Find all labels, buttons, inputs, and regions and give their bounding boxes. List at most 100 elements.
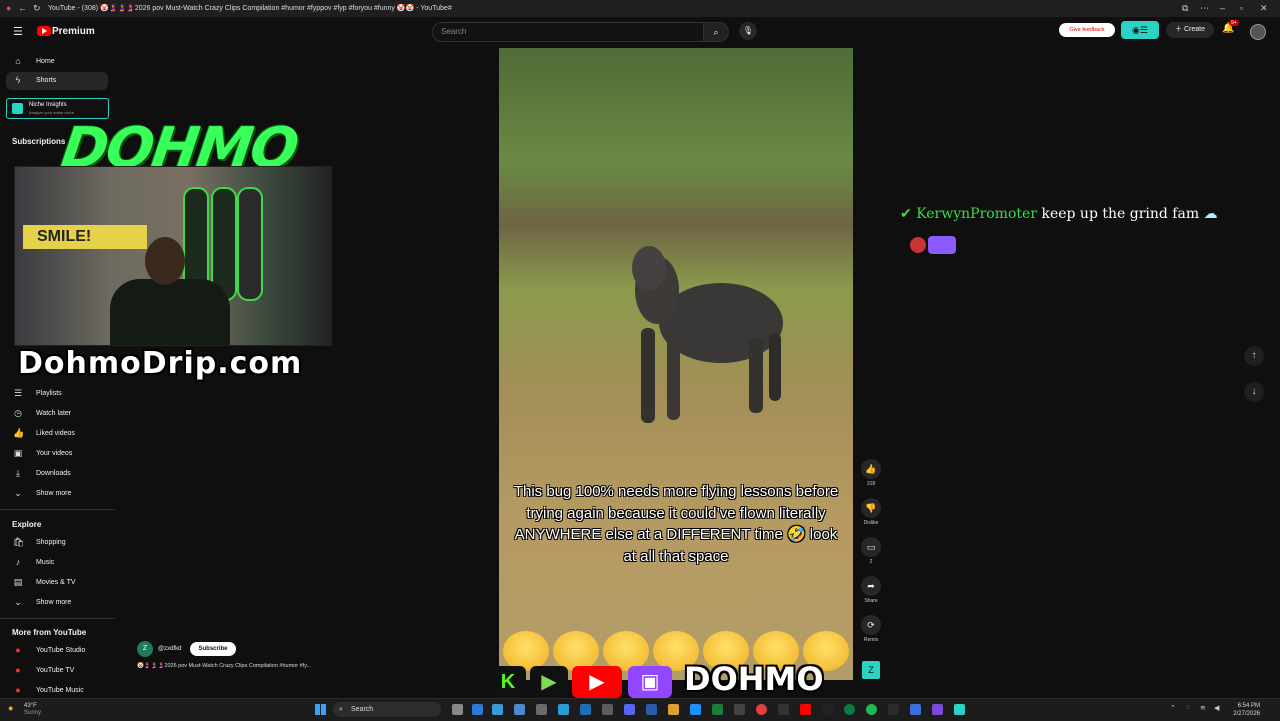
folder-icon[interactable] — [668, 704, 679, 715]
dog-figure — [632, 246, 783, 423]
wifi-icon[interactable]: ≋ — [1200, 704, 1206, 712]
video-title[interactable]: 🤡🤰🤰🤰2026 pov Must-Watch Crazy Clips Comp… — [137, 663, 311, 669]
sidebar-item-downloads[interactable]: ⤓ Downloads — [0, 465, 115, 483]
app-icon[interactable] — [536, 704, 547, 715]
app-icon[interactable] — [954, 704, 965, 715]
subscriptions-header[interactable]: Subscriptions — [12, 137, 65, 146]
app-icon: ● — [6, 3, 12, 13]
smile-sign: SMILE! — [23, 225, 147, 249]
taskbar-search[interactable]: ⌕ Search — [333, 702, 441, 717]
volume-icon[interactable]: ◀ — [1214, 704, 1219, 712]
remix-button[interactable]: ⟳ Remix — [859, 615, 883, 643]
divider — [0, 618, 115, 619]
sidebar-item-movies-tv[interactable]: ▤ Movies & TV — [0, 574, 115, 592]
sidebar-item-your-videos[interactable]: ▣ Your videos — [0, 445, 115, 463]
excel-icon[interactable] — [712, 704, 723, 715]
spotify-icon[interactable] — [866, 704, 877, 715]
app-icon[interactable] — [888, 704, 899, 715]
youtube-app-icon[interactable] — [800, 704, 811, 715]
chat-message: ✔ KerwynPromoter keep up the grind fam ☁ — [900, 206, 1218, 222]
logo-text[interactable]: Premium — [52, 26, 95, 37]
system-clock[interactable]: 6:54 PM 2/27/2026 — [1228, 702, 1260, 718]
sidebar-item-youtube-studio[interactable]: ● YouTube Studio — [0, 642, 115, 660]
good-vibes-emote-icon — [910, 236, 956, 254]
sidebar-item-label: Downloads — [36, 470, 71, 477]
divider — [0, 509, 115, 510]
network-icon[interactable]: ◌ — [1186, 704, 1190, 711]
menu-icon[interactable]: ☰ — [13, 25, 23, 38]
sidebar-item-label: YouTube TV — [36, 667, 75, 674]
more-icon[interactable]: ⋯ — [1200, 3, 1209, 14]
file-explorer-icon[interactable] — [452, 704, 463, 715]
account-avatar[interactable] — [1250, 24, 1266, 40]
next-short-button[interactable]: ↓ — [1244, 382, 1264, 402]
app-icon[interactable] — [778, 704, 789, 715]
channel-avatar[interactable]: Z — [137, 641, 153, 657]
sidebar-item-label: Movies & TV — [36, 579, 76, 586]
maximize-icon[interactable]: ▫ — [1240, 3, 1243, 13]
sidebar-item-label: YouTube Studio — [36, 647, 86, 654]
app-icon[interactable] — [844, 704, 855, 715]
music-icon: ♪ — [15, 557, 21, 567]
explore-header: Explore — [12, 520, 42, 529]
app-icon[interactable] — [580, 704, 591, 715]
niche-insights-button[interactable]: ◉☰ — [1121, 21, 1159, 39]
subscribe-button[interactable]: Subscribe — [190, 642, 236, 656]
app-icon[interactable] — [558, 704, 569, 715]
app-icon[interactable] — [932, 704, 943, 715]
chrome-icon[interactable] — [756, 704, 767, 715]
sidebar-item-playlists[interactable]: ☰ Playlists — [0, 385, 115, 403]
comments-button[interactable]: ▭ 2 — [859, 537, 883, 565]
app-icon[interactable] — [910, 704, 921, 715]
sidebar-item-show-more[interactable]: ⌄ Show more — [0, 485, 115, 503]
channel-badge[interactable]: Z — [862, 661, 880, 679]
sidebar-item-label: Home — [36, 58, 55, 65]
extensions-icon[interactable]: ⧉ — [1182, 3, 1188, 14]
edge-icon[interactable] — [472, 704, 483, 715]
discord-icon[interactable] — [624, 704, 635, 715]
comment-count: 2 — [869, 559, 873, 565]
reload-icon[interactable]: ↻ — [33, 3, 41, 14]
app-icon[interactable] — [602, 704, 613, 715]
mic-button[interactable]: 🎙 — [739, 22, 757, 40]
sidebar-item-watch-later[interactable]: ◷ Watch later — [0, 405, 115, 423]
sidebar-item-music[interactable]: ♪ Music — [0, 554, 115, 572]
microphone-icon: 🎙 — [742, 26, 754, 35]
give-feedback-button[interactable]: Give feedback — [1059, 23, 1115, 37]
app-icon[interactable] — [734, 704, 745, 715]
dislike-label: Dislike — [863, 520, 879, 526]
windows-start-icon[interactable] — [315, 704, 326, 715]
shorts-video-player[interactable]: This bug 100% needs more flying lessons … — [499, 48, 853, 680]
youtube-tv-icon: ● — [15, 665, 21, 675]
app-icon[interactable] — [690, 704, 701, 715]
share-button[interactable]: ➦ Share — [859, 576, 883, 604]
search-input[interactable]: Search — [432, 22, 704, 42]
sidebar-item-show-more-explore[interactable]: ⌄ Show more — [0, 594, 115, 612]
previous-short-button[interactable]: ↑ — [1244, 346, 1264, 366]
dislike-button[interactable]: 👎 Dislike — [859, 498, 883, 526]
clock-icon: ◷ — [14, 408, 22, 418]
remix-label: Remix — [863, 637, 879, 643]
app-icon[interactable] — [514, 704, 525, 715]
store-icon[interactable] — [492, 704, 503, 715]
sidebar-item-liked-videos[interactable]: 👍 Liked videos — [0, 425, 115, 443]
sidebar-item-youtube-tv[interactable]: ● YouTube TV — [0, 662, 115, 680]
channel-handle[interactable]: @zxdfkd — [158, 646, 181, 652]
notifications-badge: 9+ — [1229, 20, 1239, 26]
remix-icon: ⟳ — [861, 615, 881, 635]
youtube-logo-icon[interactable] — [37, 26, 51, 36]
sidebar-item-shorts[interactable]: ϟ Shorts — [6, 72, 108, 90]
x-icon[interactable] — [822, 704, 833, 715]
create-button[interactable]: ＋ Create — [1166, 22, 1214, 38]
minimize-icon[interactable]: – — [1220, 3, 1225, 13]
like-button[interactable]: 👍 318 — [859, 459, 883, 487]
back-icon[interactable]: ← — [18, 3, 27, 13]
app-icon[interactable] — [646, 704, 657, 715]
webcam-overlay: SMILE! — [14, 166, 332, 346]
sidebar-item-label: Shopping — [36, 539, 66, 546]
sidebar-item-home[interactable]: ⌂ Home — [0, 53, 115, 71]
tray-overflow-icon[interactable]: ⌃ — [1170, 704, 1176, 712]
search-button[interactable]: ⌕ — [703, 22, 729, 42]
sidebar-item-shopping[interactable]: 🛍 Shopping — [0, 534, 115, 552]
close-icon[interactable]: ✕ — [1260, 3, 1268, 14]
